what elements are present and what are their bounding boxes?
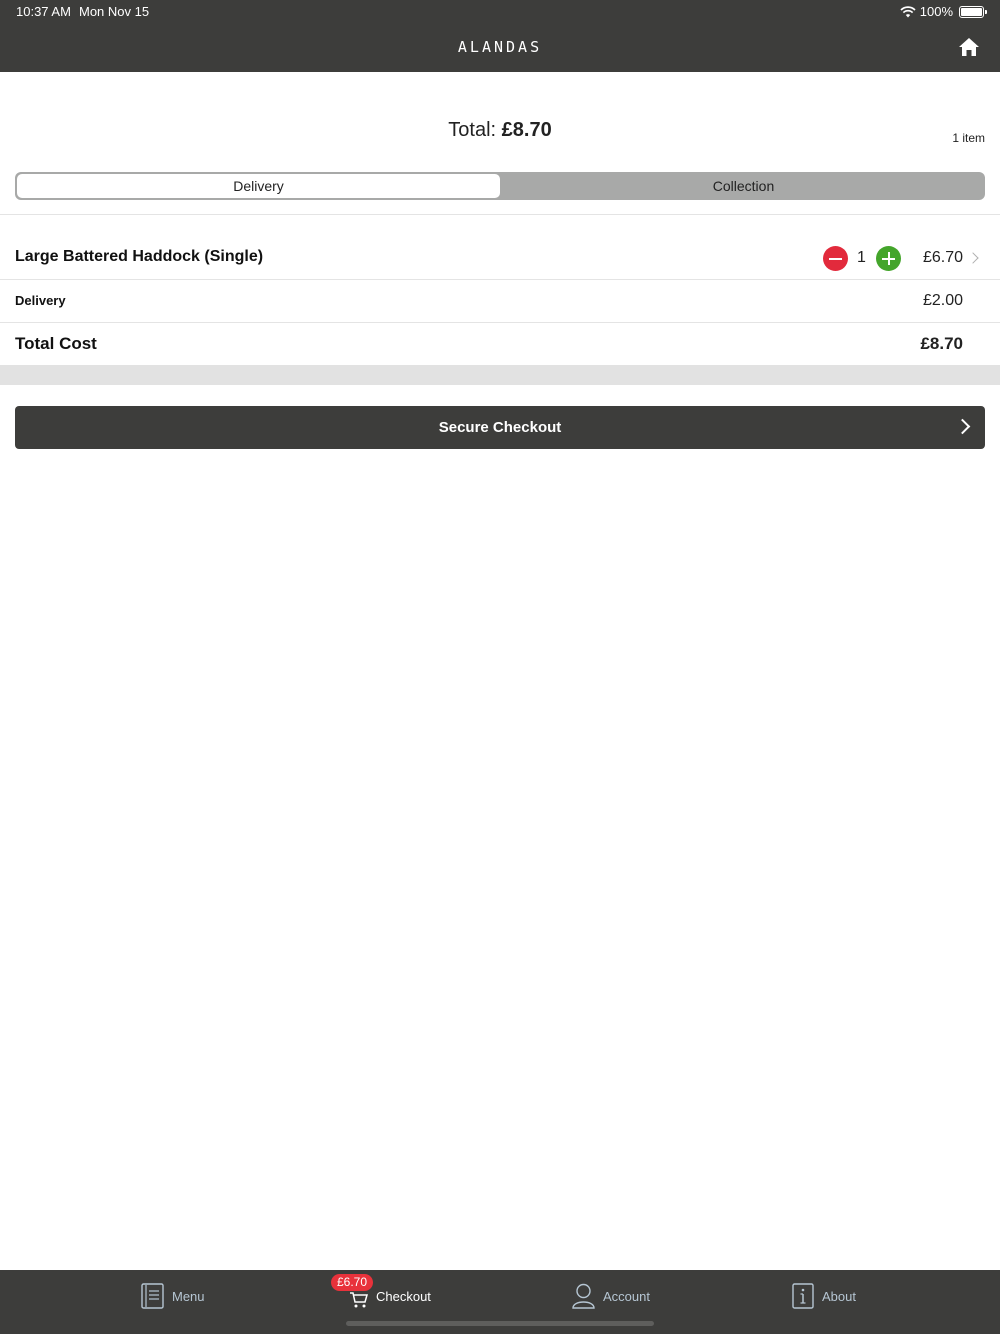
info-icon: [792, 1283, 814, 1309]
chevron-right-icon: [954, 418, 971, 435]
tab-about-label: About: [822, 1288, 856, 1304]
top-bar: 10:37 AM Mon Nov 15 100% ALANDAS: [0, 0, 1000, 72]
tab-checkout-label: Checkout: [376, 1288, 431, 1304]
wifi-icon: [900, 5, 916, 17]
total-cost-label: Total Cost: [15, 334, 97, 353]
tab-about[interactable]: About: [792, 1282, 856, 1310]
secure-checkout-button[interactable]: Secure Checkout: [15, 406, 985, 449]
tab-account-label: Account: [603, 1288, 650, 1304]
total-value: £8.70: [501, 119, 552, 141]
status-time: 10:37 AM: [16, 4, 71, 19]
order-type-selector: Delivery Collection: [15, 172, 985, 200]
line-item-name: Large Battered Haddock (Single): [15, 248, 264, 265]
home-icon[interactable]: [958, 37, 980, 57]
status-date: Mon Nov 15: [79, 4, 150, 19]
chevron-right-icon[interactable]: [967, 252, 979, 264]
divider: [0, 214, 1000, 215]
increase-quantity-button[interactable]: [876, 246, 901, 271]
line-item-price: £6.70: [922, 249, 963, 266]
delivery-row: Delivery £2.00: [0, 280, 1000, 322]
secure-checkout-label: Secure Checkout: [438, 419, 562, 436]
delivery-option[interactable]: Delivery: [16, 173, 501, 199]
battery-percent: 100%: [919, 4, 953, 19]
delivery-value: £2.00: [922, 292, 963, 309]
cart-icon: [350, 1292, 368, 1308]
status-right: 100%: [900, 4, 987, 19]
checkout-badge: £6.70: [331, 1274, 374, 1291]
menu-book-icon: [141, 1283, 164, 1309]
person-icon: [572, 1283, 595, 1309]
line-item-quantity: 1: [857, 249, 866, 266]
tab-account[interactable]: Account: [572, 1282, 650, 1310]
order-total: Total: £8.70: [0, 119, 1000, 142]
total-cost-value: £8.70: [920, 334, 963, 353]
line-item: Large Battered Haddock (Single) 1 £6.70: [0, 236, 1000, 279]
decrease-quantity-button[interactable]: [823, 246, 848, 271]
section-separator: [0, 365, 1000, 385]
home-indicator[interactable]: [346, 1321, 654, 1326]
brand-logo: ALANDAS: [457, 38, 543, 56]
delivery-label: Delivery: [15, 293, 66, 308]
item-count: 1 item: [952, 131, 985, 145]
tab-menu-label: Menu: [172, 1288, 205, 1304]
tab-menu[interactable]: Menu: [141, 1282, 205, 1310]
total-label: Total:: [448, 119, 497, 141]
collection-option[interactable]: Collection: [502, 172, 985, 200]
battery-icon: [959, 5, 987, 18]
total-cost-row: Total Cost £8.70: [0, 323, 1000, 365]
